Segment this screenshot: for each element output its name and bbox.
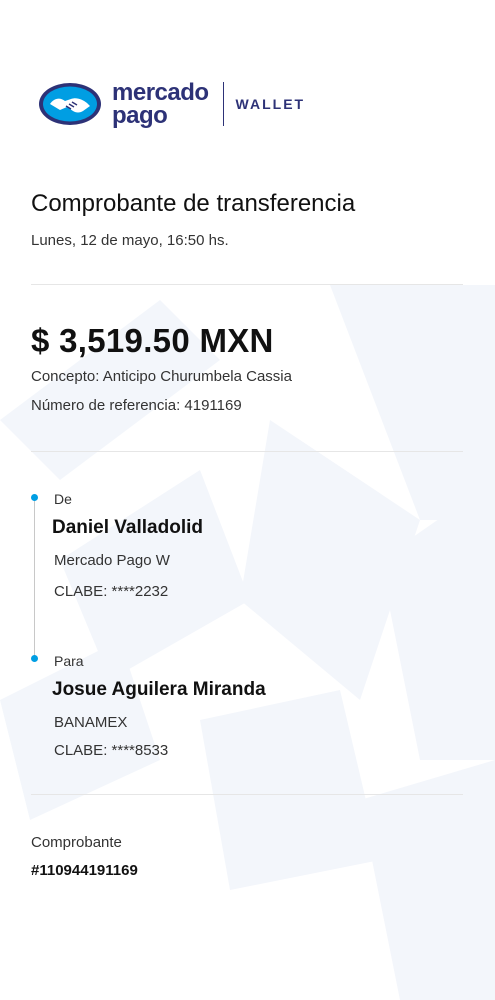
page-title: Comprobante de transferencia <box>31 190 356 217</box>
receipt-number: #110944191169 <box>31 862 138 879</box>
sender-dot-icon <box>31 494 38 501</box>
logo-separator <box>222 82 224 126</box>
divider <box>31 451 463 452</box>
brand-name-line1: mercado <box>112 79 209 106</box>
recipient-clabe: CLABE: ****8533 <box>54 742 169 759</box>
sender-label: De <box>54 491 72 507</box>
transfer-concept: Concepto: Anticipo Churumbela Cassia <box>31 368 292 385</box>
transfer-amount: $ 3,519.50 MXN <box>31 322 274 359</box>
divider <box>31 794 463 795</box>
recipient-dot-icon <box>31 655 38 662</box>
brand-name-line2: pago <box>112 102 168 129</box>
recipient-bank: BANAMEX <box>54 714 128 731</box>
product-label: WALLET <box>235 96 306 112</box>
sender-clabe: CLABE: ****2232 <box>54 583 169 600</box>
divider <box>31 284 463 285</box>
transfer-date: Lunes, 12 de mayo, 16:50 hs. <box>31 232 229 249</box>
handshake-logo-icon <box>39 83 101 125</box>
recipient-name: Josue Aguilera Miranda <box>52 679 266 700</box>
receipt-label: Comprobante <box>31 834 122 851</box>
sender-bank: Mercado Pago W <box>54 552 170 569</box>
timeline-line <box>34 497 35 661</box>
recipient-label: Para <box>54 653 84 669</box>
transfer-receipt: mercado pago WALLET Comprobante de trans… <box>0 0 495 1000</box>
sender-name: Daniel Valladolid <box>52 517 203 538</box>
brand-name: mercado pago <box>112 79 209 129</box>
reference-number: Número de referencia: 4191169 <box>31 397 242 414</box>
mercado-pago-logo: mercado pago WALLET <box>38 78 328 130</box>
